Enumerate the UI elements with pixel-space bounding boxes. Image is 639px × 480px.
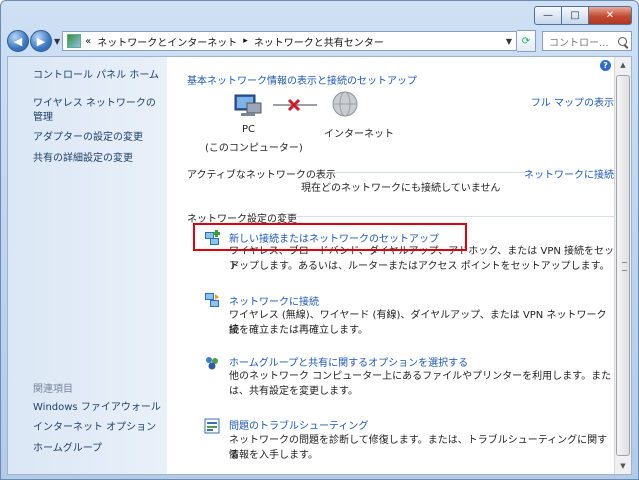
help-icon[interactable]: ? [600,60,611,71]
internet-globe-icon [332,91,358,117]
scroll-down-arrow-icon[interactable]: ▼ [615,458,631,474]
refresh-button[interactable]: ⟳ [517,30,536,52]
map-pc-sublabel: (このコンピューター) [205,143,303,154]
sidebar: コントロール パネル ホーム ワイヤレス ネットワークの管理 アダプターの設定の… [8,57,167,474]
section-divider [333,172,526,173]
sidebar-item-internet-options[interactable]: インターネット オプション [33,421,156,435]
sidebar-item-control-panel-home[interactable]: コントロール パネル ホーム [33,69,159,83]
sidebar-item-advanced-sharing[interactable]: 共有の詳細設定の変更 [33,152,133,166]
highlight-box [193,223,467,251]
caption-buttons: — □ ✕ [534,6,632,25]
back-button[interactable]: ◀ [7,30,29,52]
search-placeholder: コントロー... [549,37,609,49]
content-area: コントロール パネル ホーム ワイヤレス ネットワークの管理 アダプターの設定の… [7,56,632,475]
network-map [234,91,358,117]
active-network-status: 現在どのネットワークにも接続していません [301,183,501,194]
connect-network-icon [205,293,219,307]
task-troubleshoot-link[interactable]: 問題のトラブルシューティング [229,417,368,432]
task-new-connection-desc2: アップします。あるいは、ルーターまたはアクセス ポイントをセットアップします。 [229,261,610,272]
minimize-button[interactable]: — [534,6,562,25]
main-panel: 基本ネットワーク情報の表示と接続のセットアップ フル マップの表示 PC (この… [168,57,614,474]
control-panel-icon [67,34,82,48]
address-dropdown-icon[interactable]: ▼ [506,37,512,46]
sidebar-item-manage-wireless[interactable]: ワイヤレス ネットワークの管理 [33,97,163,125]
search-input[interactable]: コントロー... [542,31,632,51]
breadcrumb-separator[interactable]: ▸ [243,36,248,46]
full-map-link[interactable]: フル マップの表示 [531,94,614,109]
section-divider [292,216,614,217]
vertical-scrollbar[interactable]: ▲ ▼ [614,57,631,474]
map-pc-label: PC [242,124,256,135]
troubleshoot-icon [204,418,220,434]
navigation-bar: ◀ ▶ ▼ « ネットワークとインターネット ▸ ネットワークと共有センター ▼… [7,30,632,52]
task-troubleshoot-desc2: 情報を入手します。 [229,450,318,461]
task-connect-network-link[interactable]: ネットワークに接続 [229,293,319,308]
sidebar-item-homegroup[interactable]: ホームグループ [33,442,102,456]
task-homegroup-link[interactable]: ホームグループと共有に関するオプションを選択する [229,354,468,369]
sidebar-item-windows-firewall[interactable]: Windows ファイアウォール [33,401,161,415]
task-connect-network-desc2: 続を確立または再確立します。 [229,325,368,336]
task-homegroup-desc2: は、共有設定を変更します。 [229,386,358,397]
homegroup-icon [206,357,218,370]
breadcrumb-network-sharing-center[interactable]: ネットワークと共有センター [254,34,384,49]
scroll-up-arrow-icon[interactable]: ▲ [615,57,631,73]
maximize-button[interactable]: □ [562,6,588,25]
forward-button[interactable]: ▶ [30,30,52,52]
sidebar-item-adapter-settings[interactable]: アダプターの設定の変更 [33,131,143,145]
map-title: 基本ネットワーク情報の表示と接続のセットアップ [187,76,417,87]
explorer-window: — □ ✕ ◀ ▶ ▼ « ネットワークとインターネット ▸ ネットワークと共有… [0,0,639,480]
task-homegroup-desc1: 他のネットワーク コンピューター上にあるファイルやプリンターを利用します。また [229,371,612,382]
pc-icon [234,94,262,116]
map-internet-label: インターネット [324,129,394,140]
scroll-thumb[interactable] [616,75,630,456]
breadcrumb-root[interactable]: « [85,36,91,47]
related-heading: 関連項目 [33,384,73,395]
close-button[interactable]: ✕ [588,6,632,25]
recent-pages-dropdown[interactable]: ▼ [54,37,60,46]
search-icon[interactable] [618,36,627,46]
breadcrumb-network-internet[interactable]: ネットワークとインターネット [97,34,237,49]
address-bar[interactable]: « ネットワークとインターネット ▸ ネットワークと共有センター ▼ [62,31,517,51]
connect-network-link[interactable]: ネットワークに接続 [524,166,614,181]
